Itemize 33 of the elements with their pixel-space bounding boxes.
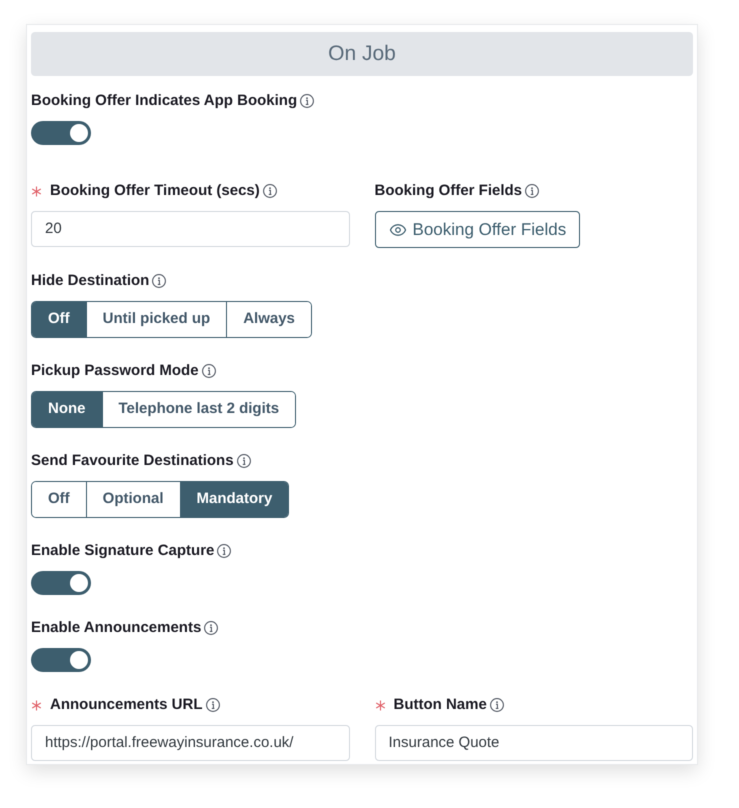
field-label: Hide Destination [31, 271, 150, 291]
segment-option[interactable]: Always [226, 302, 311, 337]
info-icon[interactable] [206, 698, 220, 712]
toggle-switch[interactable] [31, 571, 91, 595]
info-icon[interactable] [262, 184, 277, 198]
text-input[interactable]: 20 [31, 211, 350, 247]
field-label: Booking Offer Fields [374, 181, 522, 201]
info-icon[interactable] [152, 274, 166, 288]
info-icon[interactable] [217, 544, 232, 558]
field-label: Booking Offer Timeout (secs) [50, 181, 260, 201]
field-label: Enable Signature Capture [31, 541, 214, 561]
booking-offer-fields-button[interactable]: Booking Offer Fields [374, 211, 580, 248]
text-input[interactable]: https://portal.freewayinsurance.co.uk/ [31, 725, 350, 761]
field-label: Send Favourite Destinations [31, 451, 234, 471]
segment-option[interactable]: None [32, 392, 102, 427]
toggle-switch[interactable] [31, 648, 91, 672]
field-label: Pickup Password Mode [31, 361, 199, 381]
info-icon[interactable] [490, 698, 504, 712]
info-icon[interactable] [202, 364, 216, 378]
toggle-switch[interactable] [31, 121, 91, 145]
field-label: Announcements URL [50, 695, 203, 715]
segment-option[interactable]: Telephone last 2 digits [102, 392, 296, 427]
info-icon[interactable] [204, 621, 218, 635]
segment-option[interactable]: Mandatory [180, 482, 288, 517]
info-icon[interactable] [236, 454, 251, 468]
segment-option[interactable]: Off [32, 302, 86, 337]
info-icon[interactable] [525, 184, 540, 198]
field-label: Booking Offer Indicates App Booking [31, 91, 298, 111]
info-icon[interactable] [300, 94, 314, 108]
text-input[interactable]: Insurance Quote [374, 725, 693, 761]
field-label: Enable Announcements [31, 618, 202, 638]
field-label: Button Name [394, 695, 487, 715]
section-title: On Job [328, 41, 396, 68]
